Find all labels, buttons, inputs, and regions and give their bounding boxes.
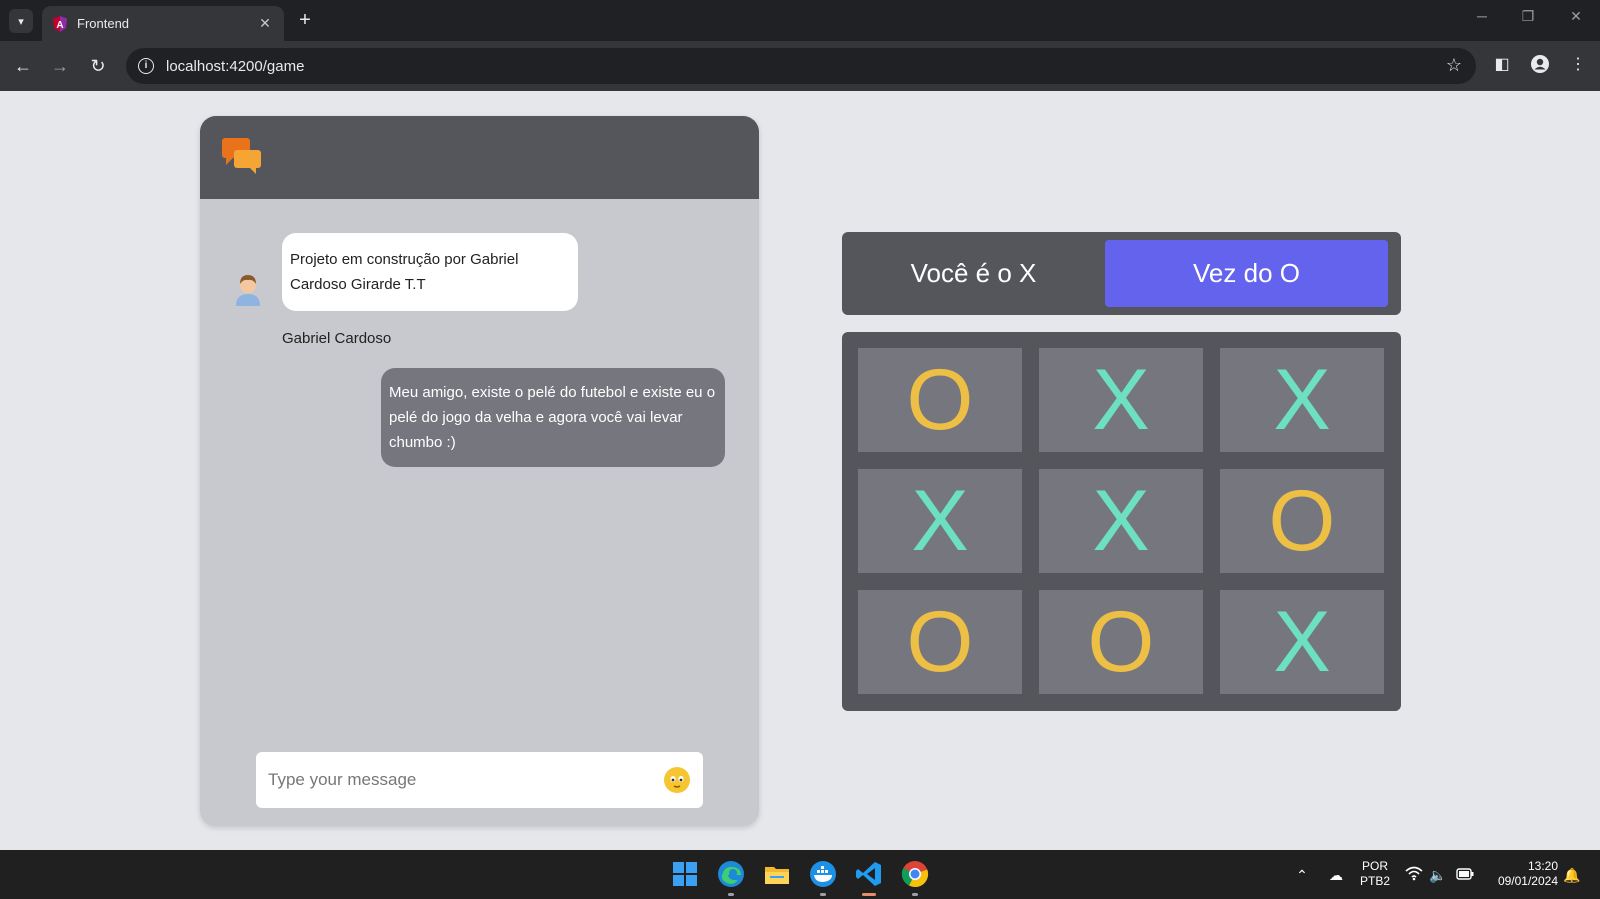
restore-icon[interactable]: ❐ — [1514, 8, 1542, 25]
board-cell-1[interactable]: X — [1039, 348, 1203, 452]
minimize-icon[interactable]: ─ — [1468, 8, 1496, 24]
volume-icon[interactable]: 🔈 — [1428, 865, 1448, 885]
vscode-icon[interactable] — [854, 859, 884, 889]
close-window-icon[interactable]: ✕ — [1562, 8, 1590, 25]
tab-search-icon[interactable]: ▾ — [9, 9, 33, 33]
chat-panel: Projeto em construção por Gabriel Cardos… — [200, 116, 759, 826]
user-message-bubble: Meu amigo, existe o pelé do futebol e ex… — [381, 368, 725, 467]
back-icon[interactable]: ← — [12, 55, 34, 77]
windows-taskbar: ⌃ ☁ POR PTB2 🔈 13:20 09/01/2024 🔔 — [0, 850, 1600, 899]
board-cell-3[interactable]: X — [858, 469, 1022, 573]
board-cell-4[interactable]: X — [1039, 469, 1203, 573]
browser-toolbar: ← → ↻ i localhost:4200/game ☆ ◧ ⋮ — [0, 41, 1600, 91]
chat-header — [200, 116, 759, 199]
edge-running-indicator — [728, 893, 734, 896]
board-cell-0[interactable]: O — [858, 348, 1022, 452]
clock-time: 13:20 — [1527, 859, 1558, 873]
tab-close-icon[interactable]: ✕ — [256, 15, 274, 32]
windows-start-icon[interactable] — [670, 859, 700, 889]
bot-message-bubble: Projeto em construção por Gabriel Cardos… — [282, 233, 578, 311]
keyboard-layout: PTB2 — [1360, 874, 1391, 888]
current-turn-indicator: Vez do O — [1105, 240, 1388, 307]
clock-date: 09/01/2024 — [1497, 874, 1558, 888]
language-indicator[interactable]: POR PTB2 — [1360, 859, 1390, 889]
board-cell-2[interactable]: X — [1220, 348, 1384, 452]
file-explorer-icon[interactable] — [762, 859, 792, 889]
board-cell-6[interactable]: O — [858, 590, 1022, 694]
svg-text:A: A — [56, 20, 63, 31]
bot-sender-name: Gabriel Cardoso — [282, 330, 392, 347]
wifi-icon[interactable] — [1404, 865, 1424, 885]
bookmark-star-icon[interactable]: ☆ — [1446, 55, 1462, 76]
clock[interactable]: 13:20 09/01/2024 — [1488, 859, 1558, 889]
board-cell-7[interactable]: O — [1039, 590, 1203, 694]
tab-title: Frontend — [77, 16, 130, 31]
message-input[interactable] — [268, 770, 663, 790]
address-bar[interactable]: i localhost:4200/game ☆ — [126, 48, 1476, 84]
browser-tab[interactable]: A Frontend ✕ — [42, 6, 284, 41]
site-info-icon[interactable]: i — [138, 58, 154, 74]
emoji-icon[interactable] — [663, 766, 691, 794]
tic-tac-toe-board: O X X X X O O O X — [842, 332, 1401, 711]
profile-icon[interactable] — [1529, 54, 1551, 76]
vscode-active-indicator — [862, 893, 876, 896]
angular-favicon-icon: A — [53, 15, 67, 32]
reload-icon[interactable]: ↻ — [87, 55, 109, 77]
notification-bell-icon[interactable]: 🔔 — [1562, 865, 1582, 885]
browser-tab-bar: ▾ A Frontend ✕ + ─ ❐ ✕ — [0, 0, 1600, 41]
chrome-icon[interactable] — [900, 859, 930, 889]
onedrive-cloud-icon[interactable]: ☁ — [1326, 865, 1346, 885]
message-input-container — [256, 752, 703, 808]
docker-icon[interactable] — [808, 859, 838, 889]
edge-icon[interactable] — [716, 859, 746, 889]
chat-bubbles-icon — [222, 138, 261, 174]
player-symbol-label: Você é o X — [910, 258, 1037, 288]
url-text: localhost:4200/game — [166, 57, 305, 75]
chrome-running-indicator — [912, 893, 918, 896]
docker-running-indicator — [820, 893, 826, 896]
menu-kebab-icon[interactable]: ⋮ — [1567, 54, 1589, 76]
battery-icon[interactable] — [1455, 865, 1475, 885]
game-status-bar: Você é o X Vez do O — [842, 232, 1401, 315]
show-hidden-icons-chevron-icon[interactable]: ⌃ — [1292, 865, 1312, 885]
bot-avatar-icon — [236, 275, 260, 306]
board-cell-8[interactable]: X — [1220, 590, 1384, 694]
new-tab-button[interactable]: + — [293, 9, 317, 33]
side-panel-icon[interactable]: ◧ — [1491, 54, 1513, 76]
forward-icon[interactable]: → — [49, 55, 71, 77]
language-code: POR — [1361, 859, 1388, 873]
board-cell-5[interactable]: O — [1220, 469, 1384, 573]
